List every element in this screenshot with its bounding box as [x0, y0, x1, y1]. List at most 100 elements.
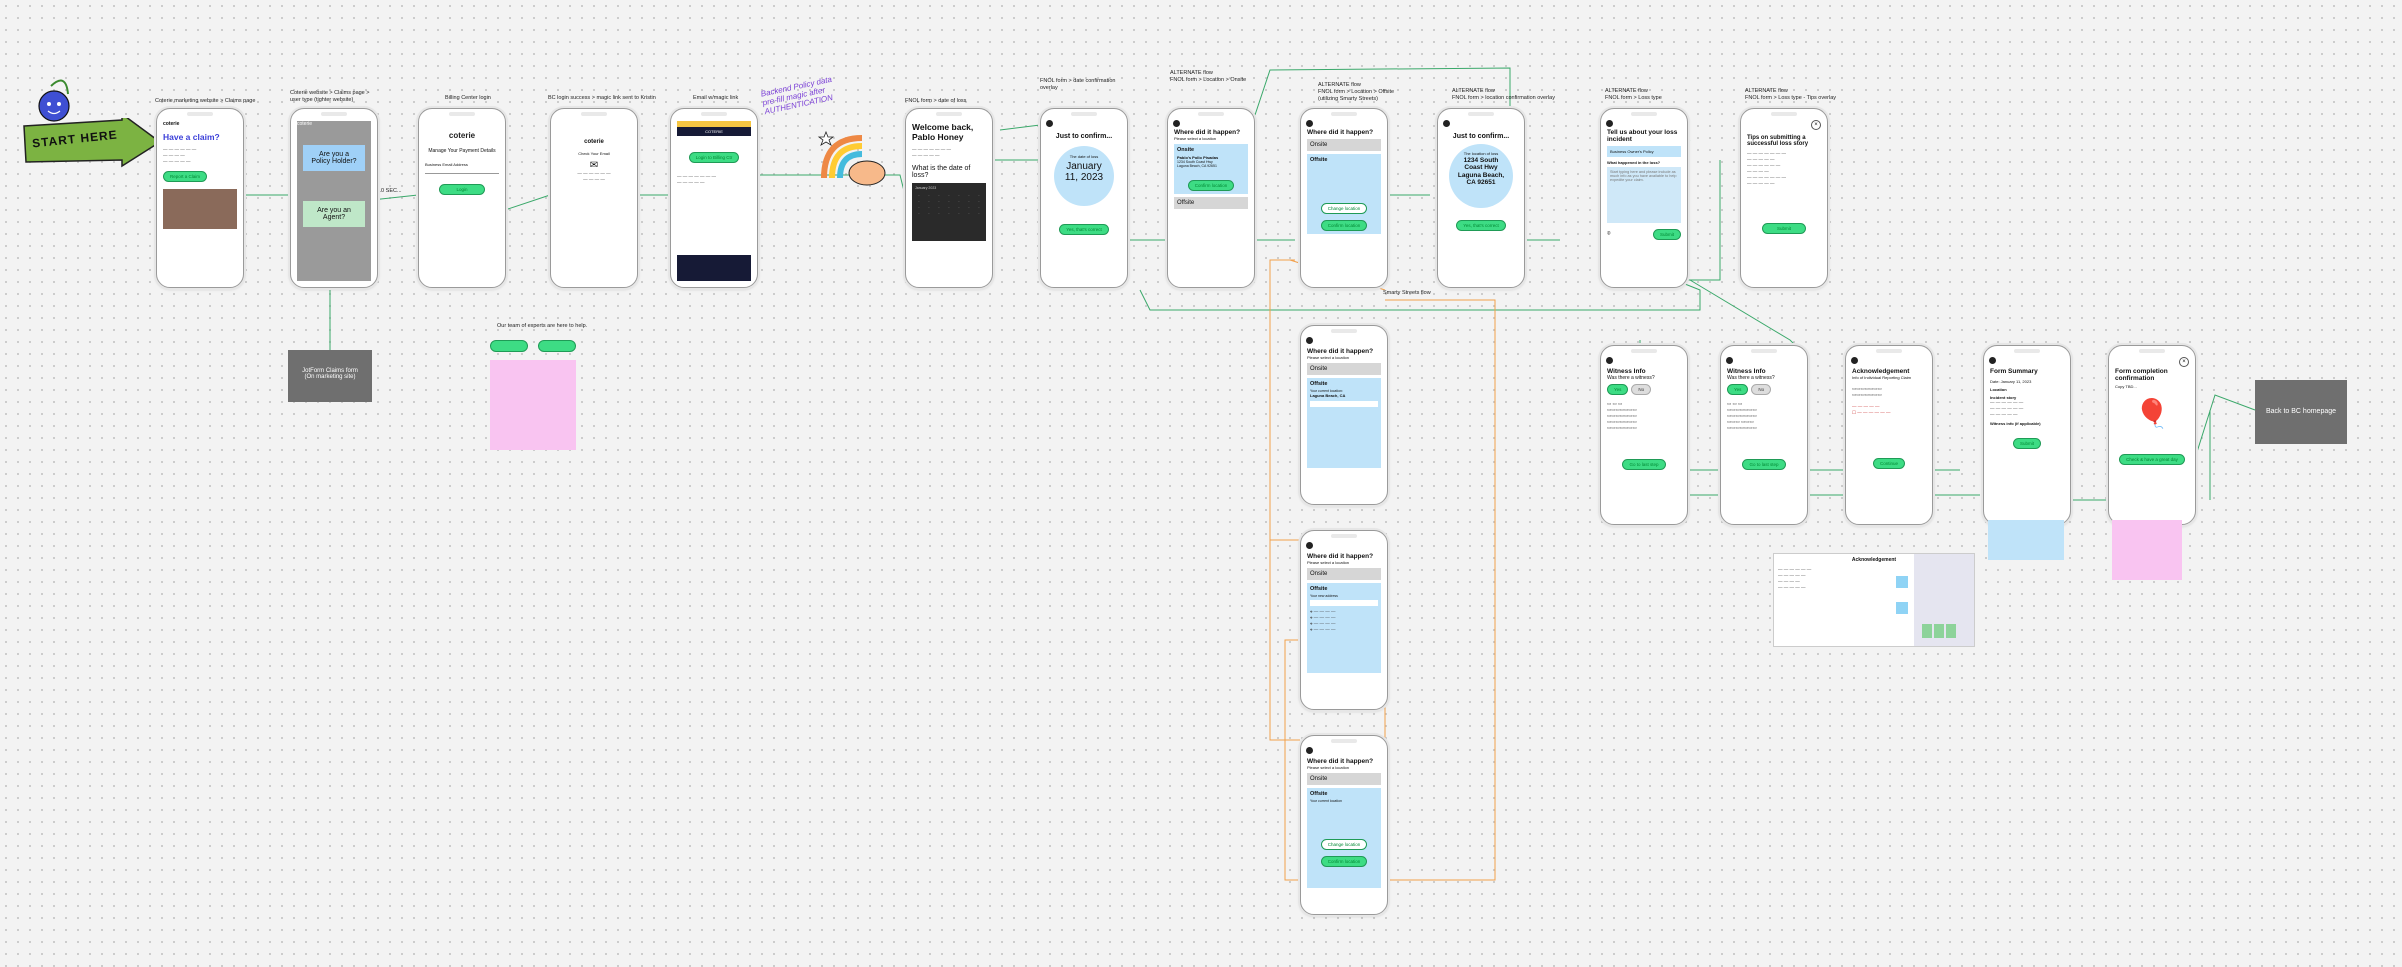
onsite-option[interactable]: Onsite [1307, 139, 1381, 151]
screen-offsite-current: Where did it happen? Please select a loc… [1300, 325, 1388, 505]
calendar-picker[interactable]: January 2023 · · · · · · · · · · · · · · · · · · · · · · · ·… [912, 182, 986, 241]
tips-submit-button[interactable]: Submit [1761, 223, 1806, 235]
change-location-button[interactable]: Change location [1320, 203, 1368, 214]
policy-option[interactable]: Business Owner's Policy [1607, 146, 1681, 157]
ack-document: Acknowledgement — — — — — — — — — — — — — … [1773, 553, 1975, 647]
address-search-input[interactable] [1310, 600, 1378, 606]
back-icon[interactable] [1173, 120, 1180, 127]
screen-offsite-confirm: Where did it happen? Please select a loc… [1300, 735, 1388, 915]
offsite-panel[interactable]: Offsite Change location Confirm location [1307, 154, 1381, 234]
close-icon[interactable]: × [1811, 120, 1821, 130]
experts-tab-left[interactable] [490, 340, 528, 352]
witness-no-button[interactable]: No [1631, 384, 1652, 395]
date-bubble: The date of loss January 11, 2023 [1054, 146, 1114, 206]
offsite-panel[interactable]: Offsite Your current location: Laguna Be… [1307, 378, 1381, 468]
onsite-option[interactable]: Onsite [1307, 568, 1381, 580]
go-last-step-button[interactable]: Go to last step [1622, 459, 1666, 471]
summary-note [1988, 520, 2064, 560]
experts-note [490, 360, 576, 450]
phone-notch [1468, 112, 1494, 116]
back-to-bc-box[interactable]: Back to BC homepage [2255, 380, 2347, 444]
loss-question: What happened in the loss? [1607, 160, 1661, 165]
offsite-panel[interactable]: Offsite Your new address ⌖ — — — — ⌖ — — … [1307, 583, 1381, 673]
completion-sub: Copy TBD... [2115, 384, 2137, 389]
offsite-panel[interactable]: Offsite Your current location Change loc… [1307, 788, 1381, 888]
people-photo [163, 188, 237, 229]
report-claim-button[interactable]: Report a Claim [163, 170, 208, 182]
witness-no-button[interactable]: No [1751, 384, 1772, 395]
go-last-step-button[interactable]: Go to last step [1742, 459, 1786, 471]
back-icon[interactable] [1306, 120, 1313, 127]
location-sub: Please select a location [1174, 136, 1217, 141]
back-icon[interactable] [1306, 337, 1313, 344]
location-correct-button[interactable]: Yes, that's correct [1456, 220, 1506, 231]
phone-notch [2139, 349, 2165, 353]
loss-title: Tell us about your loss incident [1607, 129, 1678, 143]
change-location-button[interactable]: Change location [1320, 839, 1368, 850]
back-icon[interactable] [1726, 357, 1733, 364]
screen-claims-page: coterie Have a claim? — — — — — — — — — —… [156, 108, 244, 288]
date-correct-button[interactable]: Yes, that's correct [1059, 224, 1109, 235]
onsite-panel[interactable]: Onsite Pablo's Pollo Pisadas 1234 South … [1174, 144, 1248, 194]
phone-notch [1198, 112, 1224, 116]
witness-yes-button[interactable]: Yes [1607, 384, 1629, 395]
policy-holder-option[interactable]: Are you a Policy Holder? [303, 145, 365, 171]
screen-billing-login: coterie Manage Your Payment Details Busi… [418, 108, 506, 288]
label-ten-sec: 10 SEC... [378, 188, 402, 194]
back-icon[interactable] [1306, 542, 1313, 549]
close-icon[interactable]: × [2179, 357, 2189, 367]
phone-notch [1751, 349, 1777, 353]
claim-body: — — — — — — — — — — — — — — — [163, 146, 197, 164]
confirm-location-button[interactable]: Confirm location [1187, 180, 1235, 191]
camera-icon[interactable]: ⌾ [1607, 231, 1611, 238]
location-sub: Please select a location [1307, 355, 1350, 360]
claim-title: Have a claim? [163, 132, 220, 142]
onsite-option[interactable]: Onsite [1307, 773, 1381, 785]
witness-fields[interactable]: ▭ ▭ ▭ ▭▭▭▭▭▭▭ ▭▭▭▭▭▭▭ ▭▭▭ ▭▭▭ ▭▭▭▭▭▭▭ [1727, 401, 1801, 431]
phone-notch [1876, 349, 1902, 353]
phone-notch [1771, 112, 1797, 116]
phone-notch [581, 112, 607, 116]
done-button[interactable]: Check & have a great day [2119, 454, 2185, 465]
ack-fields[interactable]: ▭▭▭▭▭▭▭ ▭▭▭▭▭▭▭ [1852, 386, 1926, 398]
phone-notch [1631, 112, 1657, 116]
back-icon[interactable] [1306, 747, 1313, 754]
address-suggestions[interactable]: ⌖ — — — — ⌖ — — — — ⌖ — — — — ⌖ — — — — [1310, 609, 1378, 633]
agent-option[interactable]: Are you an Agent? [303, 201, 365, 227]
onsite-option[interactable]: Onsite [1307, 363, 1381, 375]
confirm-location-button[interactable]: Confirm location [1320, 220, 1368, 231]
ack-continue-button[interactable]: Continue [1872, 458, 1905, 470]
tips-body: — — — — — — — — — — — — — — — — — — — — — —… [1747, 151, 1787, 187]
witness-fields[interactable]: ▭ ▭ ▭ ▭▭▭▭▭▭▭ ▭▭▭▭▭▭▭ ▭▭▭▭▭▭▭ ▭▭▭▭▭▭▭ [1607, 401, 1681, 431]
green-notes [1922, 624, 1956, 638]
ack-title: Acknowledgement [1852, 368, 1910, 375]
confirmed-address: 1234 South Coast Hwy Laguna Beach, CA 92… [1457, 157, 1505, 187]
witness-yes-button[interactable]: Yes [1727, 384, 1749, 395]
address-search-input[interactable] [1310, 401, 1378, 407]
login-button[interactable]: Login [439, 184, 485, 195]
phone-notch [449, 112, 475, 116]
back-icon[interactable] [1606, 357, 1613, 364]
offsite-label: Offsite [1310, 157, 1328, 163]
back-icon[interactable] [1989, 357, 1996, 364]
coterie-logo: coterie [584, 139, 604, 145]
experts-tab-right[interactable] [538, 340, 576, 352]
confirm-location-button[interactable]: Confirm location [1320, 856, 1368, 867]
witness-question: Was there a witness? [1607, 375, 1655, 381]
back-icon[interactable] [1606, 120, 1613, 127]
back-icon[interactable] [1851, 357, 1858, 364]
login-billing-button[interactable]: Login to Billing Ctr [688, 152, 740, 163]
location-sub: Please select a location [1307, 560, 1350, 565]
phone-notch [936, 112, 962, 116]
label-s8: ALTERNATE flow FNOL form > Location > On… [1170, 70, 1247, 83]
label-s1: Coterie marketing website > Claims page [155, 98, 256, 104]
witness-question: Was there a witness? [1727, 375, 1775, 381]
loss-story-input[interactable]: Start typing here and please include as … [1607, 167, 1681, 223]
screen-date-of-loss: Welcome back, Pablo Honey — — — — — — — —… [905, 108, 993, 288]
submit-loss-button[interactable]: Submit [1652, 229, 1681, 240]
envelope-icon: ✉ [589, 160, 599, 171]
summary-submit-button[interactable]: Submit [2012, 438, 2041, 450]
jotform-box[interactable]: JotForm Claims form (On marketing site) [288, 350, 372, 402]
offsite-option[interactable]: Offsite [1174, 197, 1248, 209]
email-field[interactable] [425, 167, 499, 174]
